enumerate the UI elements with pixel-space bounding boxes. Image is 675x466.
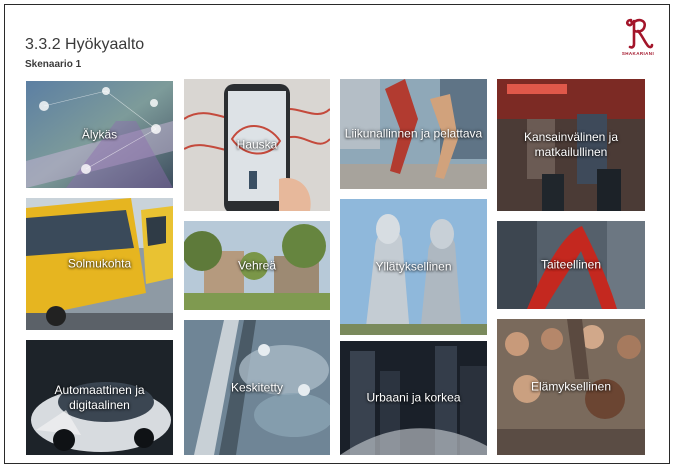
tile-label: Yllätyksellinen [375,259,452,274]
tile-hauska[interactable]: Hauska [184,79,330,211]
tile-label: Solmukohta [67,256,132,271]
tile-solmukohta[interactable]: Solmukohta [26,198,173,330]
tile-label: Vehreä [237,258,277,272]
scenario-subtitle: Skenaario 1 [25,59,82,70]
tile-label: Hauska [236,137,278,152]
tile-liikunallinnen[interactable]: Liikunallinnen ja pelattava [340,79,487,189]
tile-keskitetty[interactable]: Keskitetty [184,320,330,455]
brand-logo-text: SHAKARIANI [621,51,655,56]
tile-urbaani[interactable]: Urbaani ja korkea [340,341,487,455]
tile-label: Älykäs [81,127,118,141]
tile-label: Keskitetty [230,380,284,394]
tile-yllatyksellinen[interactable]: Yllätyksellinen [340,199,487,335]
tile-elamyksellinen[interactable]: Elämyksellinen [497,319,645,455]
brand-logo-icon [625,18,654,49]
tile-vehrea[interactable]: Vehreä [184,221,330,310]
tile-label: Kansainvälinen ja matkailullinen [523,130,619,159]
tile-label: Automaattinen ja digitaalinen [54,382,145,412]
tile-label: Taiteellinen [540,257,602,272]
tile-label: Elämyksellinen [530,379,612,394]
tile-taiteellinen[interactable]: Taiteellinen [497,221,645,309]
tile-label: Liikunallinnen ja pelattava [344,126,483,141]
tile-kansainvalinen[interactable]: Kansainvälinen ja matkailullinen [497,79,645,211]
tile-label: Urbaani ja korkea [366,390,461,405]
page-title: 3.3.2 Hyökyaalto [25,36,145,53]
tile-automaattinen[interactable]: Automaattinen ja digitaalinen [26,340,173,455]
tile-alykas[interactable]: Älykäs [26,81,173,188]
